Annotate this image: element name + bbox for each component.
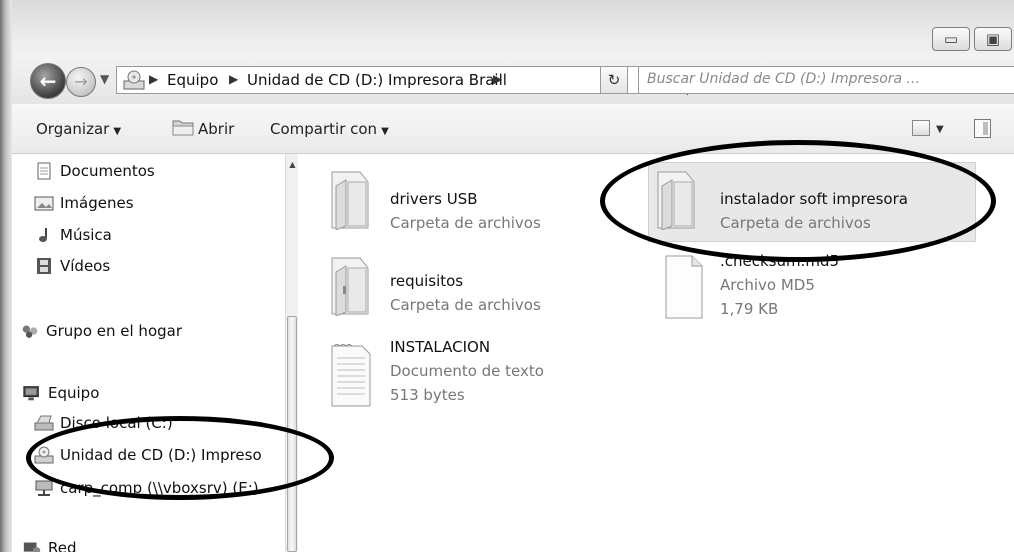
navigation-bar: ← → ▼ ▶ Equipo ▶ Unidad de CD (D:) Impre… bbox=[12, 54, 1014, 104]
chevron-down-icon: ▼ bbox=[381, 126, 389, 137]
nav-item-grupo-hogar[interactable]: Grupo en el hogar bbox=[46, 322, 182, 340]
nav-item-musica[interactable]: Música bbox=[60, 226, 112, 244]
breadcrumb-separator-icon[interactable]: ▶ bbox=[493, 72, 502, 86]
file-icon bbox=[665, 255, 703, 319]
nav-item-equipo[interactable]: Equipo bbox=[48, 384, 99, 402]
folder-icon bbox=[331, 171, 369, 230]
breadcrumb-separator-icon[interactable]: ▶ bbox=[149, 72, 158, 86]
file-item-checksum[interactable]: .checksum.md5 Archivo MD5 1,79 KB bbox=[664, 250, 964, 340]
file-type: Archivo MD5 bbox=[720, 276, 815, 294]
search-input[interactable]: Buscar Unidad de CD (D:) Impresora ... bbox=[638, 66, 1014, 94]
file-name: drivers USB bbox=[390, 190, 478, 208]
view-dropdown-icon[interactable]: ▼ bbox=[936, 124, 944, 135]
file-name: requisitos bbox=[390, 272, 464, 290]
cd-drive-icon bbox=[123, 70, 145, 90]
forward-arrow-icon: → bbox=[74, 72, 88, 91]
folder-icon bbox=[331, 257, 369, 316]
view-options-icon[interactable] bbox=[912, 120, 930, 136]
minimize-button[interactable]: ▭ bbox=[932, 27, 970, 51]
breadcrumb-cd-drive[interactable]: Unidad de CD (D:) Impresora Braill bbox=[247, 71, 507, 89]
file-type: Documento de texto bbox=[390, 362, 544, 380]
file-name: INSTALACION bbox=[390, 338, 491, 356]
search-placeholder: Buscar Unidad de CD (D:) Impresora ... bbox=[647, 71, 920, 87]
maximize-button[interactable]: ▣ bbox=[974, 27, 1012, 51]
recent-pages-dropdown[interactable]: ▼ bbox=[100, 72, 109, 86]
music-icon bbox=[39, 228, 47, 242]
file-type: Carpeta de archivos bbox=[390, 296, 541, 314]
refresh-icon: ↻ bbox=[607, 71, 621, 89]
share-label: Compartir con bbox=[270, 120, 378, 138]
back-button[interactable]: ← bbox=[30, 63, 66, 99]
file-item-drivers-usb[interactable]: drivers USB Carpeta de archivos bbox=[326, 162, 586, 242]
breadcrumb-equipo[interactable]: Equipo bbox=[167, 71, 218, 89]
nav-item-documentos[interactable]: Documentos bbox=[60, 162, 155, 180]
open-button[interactable]: Abrir bbox=[198, 120, 234, 138]
video-icon bbox=[37, 258, 51, 274]
file-type: Carpeta de archivos bbox=[390, 214, 541, 232]
homegroup-icon bbox=[22, 325, 38, 338]
refresh-button[interactable]: ↻ bbox=[600, 66, 628, 94]
preview-pane-icon[interactable] bbox=[974, 119, 991, 138]
nav-item-imagenes[interactable]: Imágenes bbox=[60, 194, 134, 212]
file-item-requisitos[interactable]: requisitos Carpeta de archivos bbox=[326, 250, 586, 330]
network-drive-icon bbox=[35, 480, 53, 496]
forward-button[interactable]: → bbox=[66, 67, 96, 97]
open-folder-icon[interactable] bbox=[172, 118, 194, 136]
disk-icon bbox=[34, 415, 54, 431]
network-icon bbox=[23, 542, 41, 552]
file-size: 1,79 KB bbox=[720, 300, 779, 318]
address-bar[interactable]: ▶ Equipo ▶ Unidad de CD (D:) Impresora B… bbox=[116, 66, 691, 97]
navigation-scrollbar[interactable]: ▲ bbox=[285, 154, 298, 552]
text-file-icon bbox=[331, 344, 371, 407]
organize-label: Organizar bbox=[36, 120, 110, 138]
annotation-circle-folder bbox=[600, 140, 996, 262]
nav-item-videos[interactable]: Vídeos bbox=[60, 257, 110, 275]
back-arrow-icon: ← bbox=[39, 69, 57, 93]
title-bar: ▭ ▣ bbox=[12, 0, 1014, 54]
image-icon bbox=[34, 196, 54, 211]
file-item-instalacion[interactable]: INSTALACION Documento de texto 513 bytes bbox=[328, 338, 588, 418]
breadcrumb-separator-icon[interactable]: ▶ bbox=[229, 72, 238, 86]
annotation-circle-cd-drive bbox=[26, 416, 334, 500]
explorer-window: ▭ ▣ ← → ▼ ▶ Equipo ▶ Unidad de CD (D:) I… bbox=[0, 0, 1014, 552]
share-button[interactable]: Compartir con ▼ bbox=[270, 120, 389, 138]
organize-button[interactable]: Organizar ▼ bbox=[36, 120, 121, 138]
file-size: 513 bytes bbox=[390, 386, 465, 404]
maximize-icon: ▣ bbox=[985, 30, 1001, 48]
window-left-edge bbox=[0, 0, 12, 552]
computer-icon bbox=[23, 386, 39, 401]
document-icon bbox=[37, 162, 51, 180]
minimize-icon: ▭ bbox=[943, 30, 959, 48]
nav-item-red[interactable]: Red bbox=[48, 539, 77, 552]
chevron-down-icon: ▼ bbox=[113, 126, 122, 137]
